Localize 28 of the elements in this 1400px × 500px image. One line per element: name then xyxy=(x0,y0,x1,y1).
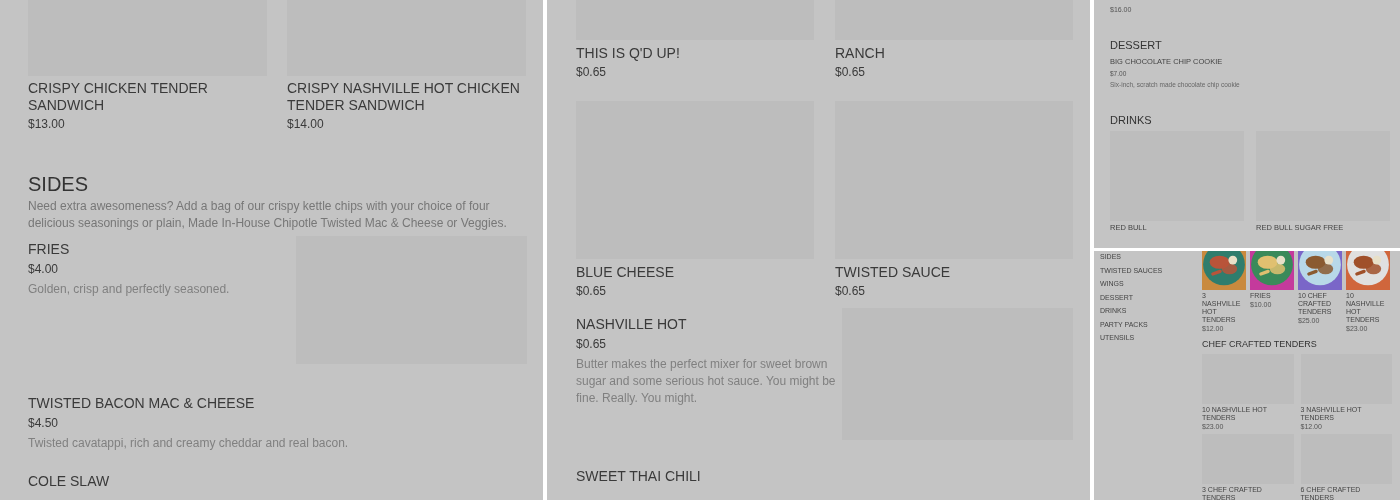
item-price: $0.65 xyxy=(576,336,608,352)
item-price: $14.00 xyxy=(287,116,325,132)
section-description: Need extra awesomeness? Add a bag of our crispy kettle chips with your choice of four delicious seasonings or plain, Made In-House Chipotle Twisted Mac & Cheese or Veggies. xyxy=(28,198,508,232)
item-price: $4.50 xyxy=(28,415,60,431)
section-title: DESSERT xyxy=(1110,38,1163,52)
item-name: COLE SLAW xyxy=(28,472,111,490)
item-name: THIS IS Q'D UP! xyxy=(576,44,681,62)
item-name: FRIES xyxy=(28,240,71,258)
item-description: Butter makes the perfect mixer for sweet brown sugar and some serious hot sauce. You might be fine. Really. You might. xyxy=(576,356,837,407)
item-price: $0.65 xyxy=(576,64,608,80)
item-price: $0.65 xyxy=(835,64,867,80)
item-price: $0.65 xyxy=(835,283,867,299)
item-name: BLUE CHEESE xyxy=(576,263,676,281)
item-name: TWISTED BACON MAC & CHEESE xyxy=(28,394,256,412)
item-name: RANCH xyxy=(835,44,886,62)
section-title: CHEF CRAFTED TENDERS xyxy=(1202,339,1318,350)
section-title: DRINKS xyxy=(1110,113,1153,127)
item-name: NASHVILLE HOT xyxy=(576,315,688,333)
item-price: $13.00 xyxy=(28,116,66,132)
item-name: CRISPY NASHVILLE HOT CHICKEN TENDER SANDWICH xyxy=(287,80,521,114)
item-name: SWEET THAI CHILI xyxy=(576,467,702,485)
section-title: SIDES xyxy=(28,172,90,196)
item-name: TWISTED SAUCE xyxy=(835,263,952,281)
item-description: Twisted cavatappi, rich and creamy cheddar and real bacon. xyxy=(28,435,350,452)
item-description: Golden, crisp and perfectly seasoned. xyxy=(28,281,231,298)
item-price: $4.00 xyxy=(28,261,60,277)
item-price: $0.65 xyxy=(576,283,608,299)
item-name: CRISPY CHICKEN TENDER SANDWICH xyxy=(28,80,209,114)
